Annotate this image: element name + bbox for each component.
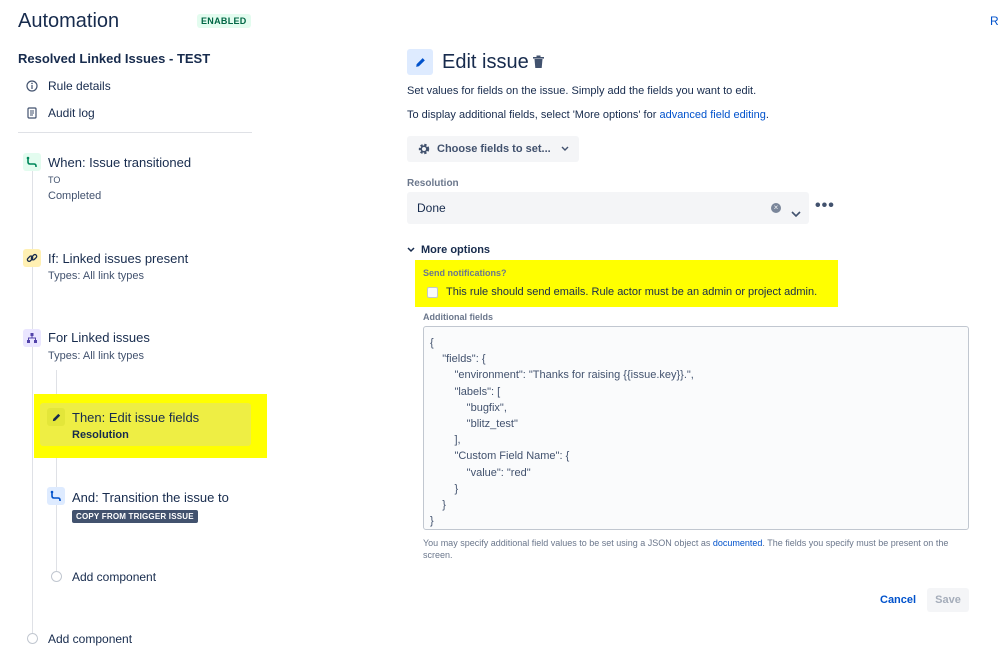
branch-component-sub1: Types: All link types	[48, 350, 144, 362]
more-options-toggle[interactable]: More options	[407, 244, 490, 256]
trigger-component-sub1: TO	[48, 175, 61, 185]
action2-component-title[interactable]: And: Transition the issue to	[72, 490, 229, 505]
top-right-link[interactable]: R	[990, 14, 998, 28]
pencil-icon	[52, 413, 60, 421]
action2-component-icon[interactable]	[47, 487, 65, 505]
add-component-outer-dot	[27, 633, 38, 644]
sidebar-divider	[18, 132, 252, 133]
pencil-icon	[415, 57, 425, 67]
description-line-2-suffix: .	[765, 109, 769, 121]
advanced-field-editing-link[interactable]: advanced field editing	[659, 109, 765, 121]
edit-issue-title: Edit issue	[442, 51, 529, 73]
chevron-down-icon	[561, 146, 569, 151]
documented-link[interactable]: documented	[713, 538, 763, 548]
sidebar-item-label: Audit log	[48, 106, 95, 120]
copy-from-trigger-lozenge: COPY FROM TRIGGER ISSUE	[72, 510, 198, 523]
sidebar-item-audit-log[interactable]: Audit log	[25, 106, 95, 120]
rule-name: Resolved Linked Issues - TEST	[18, 51, 211, 66]
send-notifications-text: This rule should send emails. Rule actor…	[446, 286, 818, 298]
additional-fields-label: Additional fields	[423, 312, 494, 322]
page-title: Automation	[18, 10, 120, 32]
branch-icon	[27, 333, 37, 343]
clear-icon[interactable]: ×	[771, 203, 781, 213]
condition-component-icon[interactable]	[23, 249, 41, 267]
additional-fields-textarea[interactable]: { "fields": { "environment": "Thanks for…	[423, 326, 969, 530]
send-notifications-checkbox[interactable]	[427, 286, 438, 298]
description-line-1: Set values for fields on the issue. Simp…	[407, 85, 757, 97]
document-icon	[25, 107, 38, 120]
status-badge: ENABLED	[197, 14, 251, 28]
description-line-2-text: To display additional fields, select 'Mo…	[407, 109, 660, 121]
action-component-title[interactable]: Then: Edit issue fields	[72, 410, 199, 425]
help-text: You may specify additional field values …	[423, 538, 713, 548]
chevron-down-icon	[407, 247, 415, 253]
description-line-2: To display additional fields, select 'Mo…	[407, 109, 769, 121]
transition-icon	[26, 156, 37, 167]
action-component-icon[interactable]	[47, 408, 65, 426]
gear-icon	[418, 143, 430, 155]
trigger-component-title[interactable]: When: Issue transitioned	[48, 155, 191, 170]
additional-fields-help: You may specify additional field values …	[423, 537, 971, 561]
condition-component-sub1: Types: All link types	[48, 270, 144, 282]
add-component-inner-dot	[51, 571, 62, 582]
branch-component-icon[interactable]	[23, 329, 41, 347]
outer-connector-line	[32, 170, 33, 638]
cancel-button[interactable]: Cancel	[880, 594, 916, 606]
trigger-component-icon[interactable]	[23, 153, 41, 171]
action-component-sub1: Resolution	[72, 429, 129, 441]
link-icon	[26, 253, 38, 263]
info-icon	[25, 80, 38, 93]
sidebar-item-label: Rule details	[48, 79, 111, 93]
add-component-inner-link[interactable]: Add component	[72, 570, 156, 584]
edit-issue-icon-box	[407, 49, 433, 75]
add-component-outer-link[interactable]: Add component	[48, 632, 132, 646]
more-actions-icon[interactable]: •••	[815, 197, 835, 215]
trash-icon[interactable]	[532, 55, 545, 74]
trigger-component-sub2: Completed	[48, 190, 102, 202]
transition-icon	[50, 490, 61, 501]
resolution-select[interactable]: Done	[407, 192, 809, 224]
resolution-value: Done	[417, 201, 446, 215]
resolution-label: Resolution	[407, 178, 459, 189]
condition-component-title[interactable]: If: Linked issues present	[48, 251, 188, 266]
save-button[interactable]: Save	[927, 588, 969, 612]
sidebar-item-rule-details[interactable]: Rule details	[25, 79, 111, 93]
more-options-label: More options	[421, 244, 491, 256]
branch-component-title[interactable]: For Linked issues	[48, 330, 150, 345]
choose-fields-label: Choose fields to set...	[437, 143, 551, 155]
chevron-down-icon[interactable]	[791, 205, 801, 223]
send-notifications-label: Send notifications?	[423, 268, 507, 278]
send-notifications-row[interactable]: This rule should send emails. Rule actor…	[427, 286, 817, 298]
choose-fields-button[interactable]: Choose fields to set...	[407, 136, 579, 162]
